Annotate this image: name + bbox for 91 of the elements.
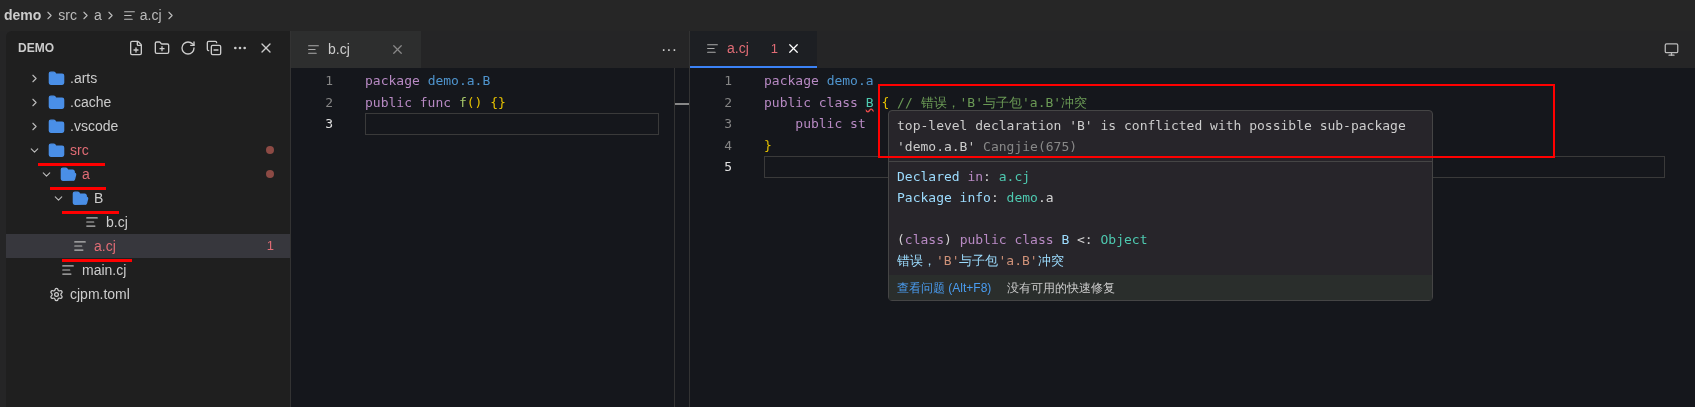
- code-token: () {}: [466, 93, 506, 112]
- tree-item[interactable]: cjpm.toml: [6, 282, 290, 306]
- quick-fix-note: 没有可用的快速修复: [1007, 279, 1116, 297]
- folder-icon: [47, 69, 65, 87]
- more-actions-button[interactable]: ···: [649, 37, 689, 62]
- code-token: 'a.B': [998, 253, 1038, 268]
- code-token: public st: [794, 115, 866, 133]
- tree-label: a: [82, 166, 90, 182]
- tree-label: .cache: [70, 94, 112, 110]
- folder-icon: [71, 189, 89, 207]
- tree-item[interactable]: .vscode: [6, 114, 290, 138]
- gear-icon: [48, 286, 64, 302]
- explorer-title: DEMO: [18, 39, 54, 57]
- code-token: Package info: [897, 190, 991, 205]
- line-number: 1: [723, 72, 733, 90]
- folder-icon: [47, 117, 65, 135]
- file-icon: [307, 43, 320, 56]
- editor-tab[interactable]: a.cj 1: [690, 31, 817, 68]
- line-number: 4: [723, 136, 733, 155]
- file-icon: [706, 42, 719, 55]
- file-icon: [122, 9, 136, 22]
- code-token: :: [990, 190, 1000, 205]
- line-number: 3: [324, 115, 334, 133]
- breadcrumb-item[interactable]: a.cj: [139, 5, 162, 26]
- tree-item[interactable]: a: [6, 162, 290, 186]
- editor-tab[interactable]: b.cj: [291, 31, 421, 68]
- folder-icon: [47, 141, 65, 159]
- code-token: public func: [365, 93, 453, 112]
- close-icon[interactable]: [786, 41, 801, 56]
- error-count: 1: [266, 237, 274, 256]
- line-number: 2: [723, 93, 733, 112]
- code-token: demo.a: [826, 72, 874, 90]
- code-token: B: [865, 93, 874, 112]
- file-icon: [73, 239, 87, 253]
- code-token: 'B': [936, 253, 960, 268]
- code-token: package: [365, 72, 421, 90]
- tree-item[interactable]: .cache: [6, 90, 290, 114]
- view-problem-link[interactable]: 查看问题 (Alt+F8): [897, 278, 992, 297]
- screen-icon[interactable]: [1664, 42, 1679, 57]
- code-token: public class: [959, 232, 1055, 247]
- code-token: .a: [1037, 190, 1054, 205]
- collapse-icon[interactable]: [206, 39, 222, 56]
- new-folder-icon[interactable]: [154, 39, 170, 56]
- code-token: {: [880, 93, 890, 112]
- tree-item[interactable]: src: [6, 138, 290, 162]
- tree-item[interactable]: main.cj: [6, 258, 290, 282]
- code-token: class: [904, 232, 944, 247]
- code-token: Declared: [897, 169, 961, 184]
- code-token: :: [983, 169, 992, 184]
- refresh-icon[interactable]: [180, 39, 196, 56]
- error-count: 1: [770, 39, 778, 58]
- code-token: 冲突: [1037, 253, 1064, 268]
- code-token: 错误，: [897, 253, 936, 268]
- code-token: B: [1061, 232, 1070, 247]
- tree-label: main.cj: [82, 262, 127, 278]
- code-token: }: [764, 136, 772, 155]
- breadcrumb-item[interactable]: src: [58, 5, 77, 26]
- code-token: in: [967, 169, 984, 184]
- code-token: Object: [1100, 232, 1148, 247]
- code-comment: // 错误，'B'与子包'a.B'冲突: [896, 93, 1088, 112]
- tree-label: .vscode: [70, 118, 119, 134]
- new-file-icon[interactable]: [128, 39, 144, 56]
- code-token: package: [764, 72, 820, 90]
- tree-label: B: [94, 190, 104, 206]
- breadcrumb-item[interactable]: a: [94, 5, 102, 26]
- file-icon: [85, 215, 99, 229]
- tree-label: b.cj: [106, 214, 128, 230]
- tree-label: a.cj: [94, 238, 116, 254]
- error-message: top-level declaration 'B' is conflicted with possible sub-package 'demo.a.B' Cangjie(675): [897, 117, 1407, 156]
- folder-icon: [47, 93, 65, 111]
- tree-item[interactable]: B: [6, 186, 290, 210]
- code-token: (: [897, 232, 905, 247]
- code-token: 与子包: [959, 253, 999, 268]
- line-number: 1: [324, 72, 334, 90]
- line-number: 5: [723, 158, 733, 176]
- breadcrumb-item[interactable]: demo: [4, 5, 42, 26]
- code-token: public class: [764, 93, 859, 112]
- line-number: 3: [723, 115, 733, 133]
- code-token: demo: [1006, 190, 1038, 205]
- tree-label: src: [70, 142, 89, 158]
- code-token: <:: [1076, 232, 1094, 247]
- code-token: demo.a.B: [427, 72, 491, 90]
- tree-label: cjpm.toml: [70, 286, 130, 302]
- code-token: f: [458, 93, 467, 112]
- line-number: 2: [324, 93, 334, 112]
- code-token: ): [943, 232, 953, 247]
- tree-label: .arts: [70, 70, 98, 86]
- file-icon: [61, 263, 75, 277]
- folder-icon: [59, 165, 77, 183]
- code-token: a.cj: [998, 169, 1031, 184]
- tree-item[interactable]: .arts: [6, 66, 290, 90]
